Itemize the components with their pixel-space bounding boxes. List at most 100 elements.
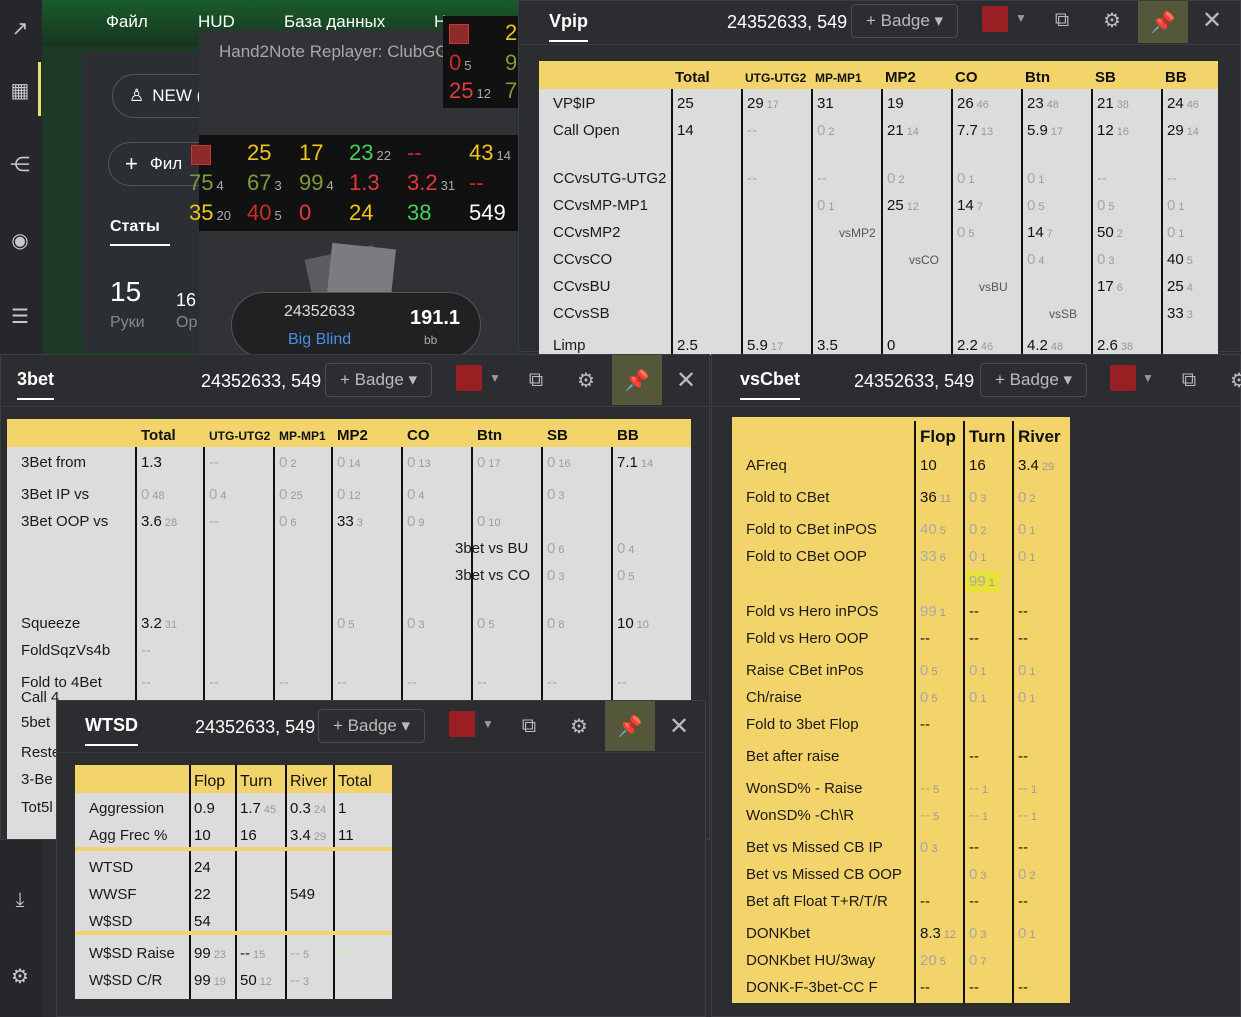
vpip-close-icon[interactable]: ✕ <box>1197 5 1227 35</box>
stat-cell: 29 17 <box>747 95 779 112</box>
vpip-copy-icon[interactable]: ⧉ <box>1047 5 1077 35</box>
wtsd-table: Flop Turn River Total Aggression 0.9 1.7 45 0.3 2… <box>75 765 392 999</box>
row-label: WWSF <box>89 886 137 903</box>
stat-cell-sample: 1 <box>982 784 989 796</box>
vpip-pin-icon[interactable]: 📌 <box>1138 1 1188 43</box>
wtsd-badge-button[interactable]: + Badge ▾ <box>318 709 426 743</box>
hud-color-square <box>191 145 211 165</box>
stat-cell: -- <box>817 170 827 187</box>
stat-cell-sample: 3 <box>980 929 987 941</box>
stat-cell-sample: 5 <box>1108 201 1115 213</box>
vpip-gear-icon[interactable]: ⚙ <box>1097 5 1127 35</box>
stat-cell-sample: 13 <box>418 458 431 470</box>
hud-overlay-top-right[interactable]: 2 0 5 9 25 12 7 <box>443 16 518 108</box>
stat-cell-value: 99 <box>969 573 986 590</box>
stat-cell-value: 0 <box>969 662 978 679</box>
stat-cell: 1 <box>338 800 346 817</box>
vpip-badge-button[interactable]: + Badge ▾ <box>851 4 959 38</box>
stat-cell-sample: 1 <box>1178 201 1185 213</box>
vscbet-badge-button[interactable]: + Badge ▾ <box>980 363 1088 397</box>
stat-cell: 0 10 <box>477 513 501 530</box>
column-divider <box>189 765 191 999</box>
vscbet-copy-icon[interactable]: ⧉ <box>1174 365 1204 395</box>
wtsd-title[interactable]: WTSD <box>85 715 138 746</box>
stat-cell-value: 549 <box>290 886 316 903</box>
sliders-icon[interactable]: ☰ <box>0 296 40 336</box>
vscbet-title[interactable]: vsCbet <box>740 369 801 400</box>
stat-cell-value: 3.6 <box>141 513 162 530</box>
threebet-title[interactable]: 3bet <box>17 369 55 400</box>
wtsd-panel-header: WTSD 24352633, 549 + Badge ▾ ▼ ⧉ ⚙ 📌 ✕ <box>57 701 705 753</box>
stat-cell-value: -- <box>1018 979 1028 996</box>
settings-icon[interactable]: ⚙ <box>0 956 40 996</box>
stat-cell-value: 33 <box>1167 305 1184 322</box>
stat-cell-value: 0 <box>477 513 486 530</box>
report-icon[interactable]: ▦ <box>0 70 40 110</box>
row-label: Agg Frec % <box>89 827 168 844</box>
stat-cell: -- <box>407 674 417 691</box>
tab-stats[interactable]: Статы <box>110 218 160 236</box>
stat-cell: 03 <box>969 489 986 506</box>
stat-cell-sample: 1 <box>939 607 946 619</box>
stat-cell-sample: 12 <box>259 976 272 988</box>
stat-cell-sample: 2 <box>1116 228 1123 240</box>
vscbet-color-caret[interactable]: ▼ <box>1142 371 1154 385</box>
threebet-copy-icon[interactable]: ⧉ <box>521 365 551 395</box>
threebet-close-icon[interactable]: ✕ <box>671 365 701 395</box>
vscbet-gear-icon[interactable]: ⚙ <box>1224 365 1241 395</box>
stat-cell-sample: 29 <box>313 831 327 843</box>
stat-cell-value: 20 <box>920 952 937 969</box>
stat-cell-value: 24 <box>194 859 211 876</box>
stat-cell-sample: 5 <box>348 619 355 631</box>
row-label-partial: Tot5l <box>21 799 53 816</box>
row-label: FoldSqzVs4b <box>21 642 111 659</box>
stat-cell-sample: 1 <box>1178 228 1185 240</box>
stat-cell-value: -- <box>817 170 827 187</box>
threebet-color-picker[interactable] <box>456 365 482 391</box>
download-icon[interactable]: ⤓ <box>0 880 40 920</box>
hud-stat-value: 2 <box>505 20 518 45</box>
stat-cell: 54 <box>194 913 211 930</box>
stat-cell-value: -- <box>920 630 930 647</box>
threebet-pin-icon[interactable]: 📌 <box>612 355 662 405</box>
threebet-badge-button[interactable]: + Badge ▾ <box>325 363 433 397</box>
stat-cell-value: -- <box>477 674 487 691</box>
stat-cell-sample: 46 <box>980 341 994 353</box>
stat-cell: 02 <box>887 170 904 187</box>
wtsd-close-icon[interactable]: ✕ <box>664 711 694 741</box>
vpip-title[interactable]: Vpip <box>549 11 588 42</box>
seat-box[interactable]: 24352633 Big Blind 191.1 bb <box>231 292 481 358</box>
wtsd-color-picker[interactable] <box>449 711 475 737</box>
wtsd-gear-icon[interactable]: ⚙ <box>564 711 594 741</box>
stat-cell: 02 <box>1018 866 1035 883</box>
hud-stat-sample: 5 <box>274 208 282 223</box>
stat-cell: 7.1 14 <box>617 454 653 471</box>
stat-cell: 33 6 <box>920 548 946 565</box>
vscbet-badge-label: + Badge <box>995 370 1059 389</box>
menu-hud[interactable]: HUD <box>198 12 235 32</box>
stat-cell: 20 5 <box>920 952 946 969</box>
stat-cell-sample: 48 <box>1050 341 1064 353</box>
threebet-panel-header: 3bet 24352633, 549 + Badge ▾ ▼ ⧉ ⚙ 📌 ✕ <box>1 355 709 407</box>
vscbet-color-picker[interactable] <box>1110 365 1136 391</box>
menu-file[interactable]: Файл <box>106 12 148 32</box>
broadcast-icon[interactable]: ◉ <box>0 220 40 260</box>
stat-cell: -- <box>337 674 347 691</box>
wtsd-color-caret[interactable]: ▼ <box>482 717 494 731</box>
wtsd-pin-icon[interactable]: 📌 <box>605 701 655 751</box>
threebet-color-caret[interactable]: ▼ <box>489 371 501 385</box>
hud-stat-value: 67 <box>247 170 272 195</box>
stat-cell-value: 16 <box>240 827 257 844</box>
vpip-color-caret[interactable]: ▼ <box>1015 11 1027 25</box>
stat-cell: 33 3 <box>337 513 363 530</box>
wtsd-copy-icon[interactable]: ⧉ <box>514 711 544 741</box>
share-icon[interactable]: ⋲ <box>0 144 40 184</box>
menu-database[interactable]: База данных <box>284 12 385 32</box>
vpip-color-picker[interactable] <box>982 6 1008 32</box>
column-header: UTG-UTG2 <box>209 429 271 443</box>
stat-cell: -- 5 <box>920 807 939 824</box>
stat-cell-value: 0 <box>920 839 929 856</box>
threebet-gear-icon[interactable]: ⚙ <box>571 365 601 395</box>
stat-cell-sample: 1 <box>1031 811 1038 823</box>
hud-stat-value: 17 <box>299 140 324 165</box>
